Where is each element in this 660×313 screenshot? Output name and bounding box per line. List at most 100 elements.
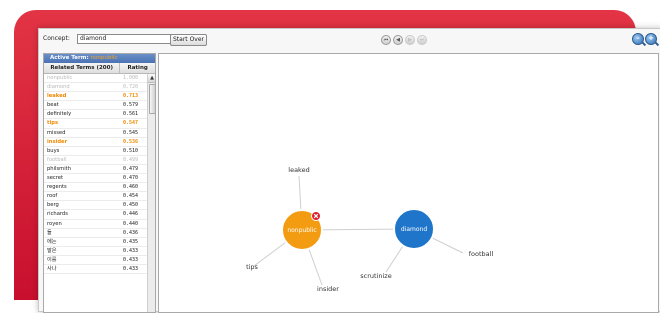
- term-cell: berg: [47, 202, 59, 209]
- table-row[interactable]: diamond 0.720: [44, 83, 147, 93]
- rating-cell: 0.561: [123, 111, 139, 118]
- term-cell: roof: [47, 193, 58, 200]
- zoom-out-icon[interactable]: –: [632, 33, 644, 45]
- table-row[interactable]: beat 0.579: [44, 101, 147, 111]
- term-cell: royen: [47, 220, 62, 227]
- rating-cell: 0.440: [123, 220, 139, 227]
- rating-cell: 0.470: [123, 175, 139, 182]
- forward-icon[interactable]: ▶: [405, 35, 415, 45]
- graph-canvas: leaked tips insider scrutinize football nonpu…: [246, 166, 494, 293]
- active-term-header: Active Term: nonpublic: [44, 54, 155, 63]
- table-row[interactable]: definitely 0.561: [44, 110, 147, 120]
- table-row[interactable]: 에는 0.435: [44, 238, 147, 247]
- term-cell: 에는: [47, 238, 57, 245]
- term-cell: insider: [47, 138, 68, 145]
- terms-list: nonpublic 1.000 diamond 0.720 leaked 0.713 bea…: [44, 74, 147, 275]
- rating-cell: 0.435: [123, 238, 139, 245]
- table-header: Related Terms (200) Rating: [44, 63, 155, 74]
- rating-cell: 0.433: [123, 256, 139, 263]
- table-row[interactable]: richards 0.446: [44, 210, 147, 220]
- table-row[interactable]: nonpublic 1.000: [44, 74, 147, 84]
- term-cell: 들: [47, 229, 52, 236]
- rating-cell: 1.000: [123, 75, 139, 81]
- toolbar: Concept: diamond Start Over ⏮ ◀ ▶ ⏭ – +: [39, 29, 660, 51]
- table-row[interactable]: tips 0.547: [44, 119, 147, 129]
- rating-cell: 0.713: [123, 93, 139, 100]
- rating-cell: 0.433: [123, 265, 139, 272]
- back-icon[interactable]: ◀: [393, 35, 403, 45]
- term-cell: diamond: [47, 84, 70, 91]
- table-row[interactable]: berg 0.450: [44, 201, 147, 211]
- table-row[interactable]: buys 0.510: [44, 147, 147, 156]
- rating-cell: 0.450: [123, 202, 139, 209]
- rating-cell: 0.436: [123, 229, 139, 236]
- active-term-value: nonpublic: [90, 55, 118, 61]
- rating-cell: 0.460: [123, 184, 139, 191]
- column-header-rating[interactable]: Rating: [120, 63, 155, 73]
- node-label: nonpublic: [287, 227, 316, 234]
- scrollbar[interactable]: ▲: [147, 74, 155, 312]
- term-cell: secret: [47, 175, 63, 182]
- rating-cell: 0.446: [123, 211, 139, 218]
- rating-cell: 0.433: [123, 247, 139, 254]
- first-icon[interactable]: ⏮: [381, 35, 391, 45]
- table-row[interactable]: leaked 0.713: [44, 92, 147, 102]
- scroll-up-icon[interactable]: ▲: [148, 74, 155, 83]
- concept-graph: leaked tips insider scrutinize football nonpu…: [158, 53, 659, 313]
- remove-node-icon[interactable]: [311, 211, 321, 221]
- term-label-football[interactable]: football: [469, 250, 494, 258]
- term-cell: beat: [47, 102, 59, 109]
- term-cell: buys: [47, 147, 60, 154]
- rating-cell: 0.545: [123, 129, 139, 136]
- concept-label: Concept:: [43, 35, 70, 42]
- rating-cell: 0.536: [123, 138, 139, 145]
- term-cell: 이를: [47, 256, 57, 263]
- table-row[interactable]: philsmith 0.479: [44, 165, 147, 175]
- term-cell: leaked: [47, 93, 67, 100]
- node-diamond[interactable]: diamond: [393, 208, 435, 250]
- term-label-tips[interactable]: tips: [246, 263, 258, 271]
- zoom-controls: – +: [632, 33, 657, 45]
- term-cell: nonpublic: [47, 75, 73, 81]
- table-row[interactable]: regents 0.460: [44, 183, 147, 193]
- term-label-insider[interactable]: insider: [317, 285, 339, 293]
- term-cell: tips: [47, 120, 59, 127]
- active-term-label: Active Term:: [50, 55, 89, 61]
- history-nav: ⏮ ◀ ▶ ⏭: [381, 35, 427, 45]
- rating-cell: 0.547: [123, 120, 139, 127]
- column-header-term[interactable]: Related Terms (200): [44, 63, 121, 73]
- start-over-button[interactable]: Start Over: [170, 34, 207, 46]
- node-label: diamond: [401, 226, 427, 233]
- related-terms-panel: Active Term: nonpublic Related Terms (20…: [43, 53, 156, 313]
- table-row[interactable]: 말은 0.433: [44, 247, 147, 256]
- term-cell: football: [47, 156, 67, 163]
- rating-cell: 0.454: [123, 193, 139, 200]
- table-row[interactable]: royen 0.440: [44, 220, 147, 229]
- last-icon[interactable]: ⏭: [417, 35, 427, 45]
- table-row[interactable]: 이를 0.433: [44, 256, 147, 265]
- term-cell: philsmith: [47, 165, 71, 172]
- scroll-thumb[interactable]: [149, 84, 155, 114]
- rating-cell: 0.510: [123, 147, 139, 154]
- rating-cell: 0.499: [123, 156, 139, 163]
- table-row[interactable]: football 0.499: [44, 156, 147, 165]
- term-cell: 사나: [47, 265, 57, 272]
- rating-cell: 0.479: [123, 165, 139, 172]
- table-row[interactable]: insider 0.536: [44, 138, 147, 147]
- table-row[interactable]: 들 0.436: [44, 229, 147, 238]
- table-row[interactable]: secret 0.470: [44, 174, 147, 184]
- term-cell: definitely: [47, 111, 72, 118]
- table-row[interactable]: missed 0.545: [44, 129, 147, 138]
- zoom-in-icon[interactable]: +: [645, 33, 657, 45]
- term-cell: richards: [47, 211, 68, 218]
- app-window: Concept: diamond Start Over ⏮ ◀ ▶ ⏭ – + …: [38, 28, 660, 313]
- rating-cell: 0.579: [123, 102, 139, 109]
- table-row[interactable]: roof 0.454: [44, 192, 147, 202]
- term-cell: 말은: [47, 247, 57, 254]
- rating-cell: 0.720: [123, 84, 139, 91]
- term-label-scrutinize[interactable]: scrutinize: [360, 272, 391, 280]
- term-cell: missed: [47, 129, 66, 136]
- term-cell: regents: [47, 184, 67, 191]
- table-row[interactable]: 사나 0.433: [44, 265, 147, 275]
- term-label-leaked[interactable]: leaked: [288, 166, 309, 174]
